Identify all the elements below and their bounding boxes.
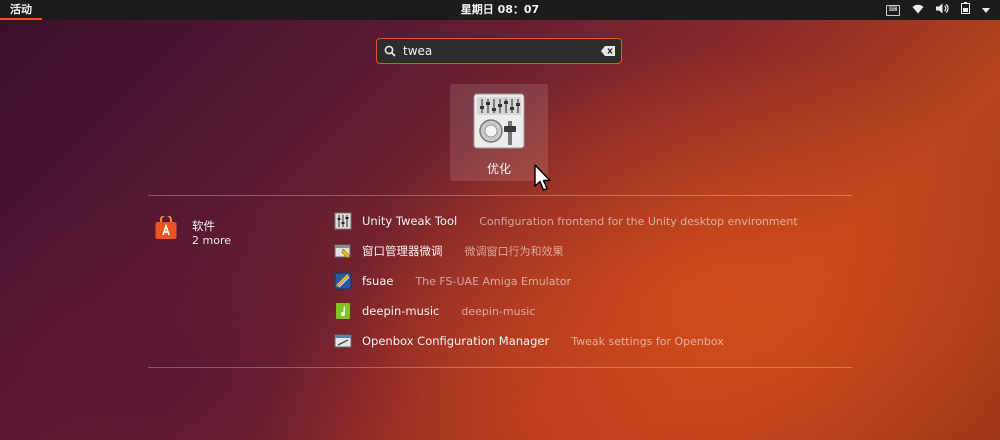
- result-name: Openbox Configuration Manager: [362, 334, 550, 348]
- deepin-music-icon: [334, 302, 352, 320]
- result-name: fsuae: [362, 274, 394, 288]
- result-description: Tweak settings for Openbox: [571, 334, 724, 348]
- result-description: The FS-UAE Amiga Emulator: [415, 274, 572, 288]
- result-unity-tweak-tool[interactable]: Unity Tweak Tool Configuration frontend …: [334, 211, 798, 231]
- system-tray[interactable]: ⌨: [886, 2, 990, 19]
- wifi-icon[interactable]: [912, 3, 924, 19]
- top-bar: 活动 星期日 08：07 ⌨: [0, 0, 1000, 20]
- openbox-icon: [334, 332, 352, 350]
- result-window-tweaks[interactable]: 窗口管理器微调 微调窗口行为和效果: [334, 241, 564, 261]
- provider-more-link[interactable]: 2 more: [192, 234, 231, 247]
- battery-icon[interactable]: [961, 2, 970, 19]
- software-center-icon: [154, 214, 178, 240]
- result-openbox-config[interactable]: Openbox Configuration Manager Tweak sett…: [334, 331, 724, 351]
- result-fsuae[interactable]: fsuae The FS-UAE Amiga Emulator: [334, 271, 571, 291]
- clear-icon[interactable]: [595, 46, 621, 56]
- clock[interactable]: 星期日 08：07: [0, 0, 1000, 20]
- unity-tweak-icon: [334, 212, 352, 230]
- window-tweaks-icon: [334, 242, 352, 260]
- result-description: 微调窗口行为和效果: [464, 245, 564, 258]
- search-icon: [377, 45, 403, 57]
- results-divider-bottom: [148, 367, 852, 368]
- result-deepin-music[interactable]: deepin-music deepin-music: [334, 301, 535, 321]
- result-description: deepin-music: [461, 304, 536, 318]
- result-description: Configuration frontend for the Unity des…: [479, 214, 798, 228]
- search-input[interactable]: [403, 44, 595, 58]
- chevron-down-icon[interactable]: [982, 3, 990, 19]
- result-name: Unity Tweak Tool: [362, 214, 458, 228]
- result-name: deepin-music: [362, 304, 440, 318]
- provider-name: 软件: [192, 219, 215, 233]
- tweaks-icon: [473, 93, 525, 149]
- search-box[interactable]: [376, 38, 622, 64]
- mouse-cursor-icon: [534, 164, 552, 196]
- result-name: 窗口管理器微调: [362, 244, 443, 258]
- keyboard-icon[interactable]: ⌨: [886, 5, 900, 16]
- volume-icon[interactable]: [936, 3, 949, 19]
- fsuae-icon: [334, 272, 352, 290]
- results-divider-top: [148, 195, 852, 196]
